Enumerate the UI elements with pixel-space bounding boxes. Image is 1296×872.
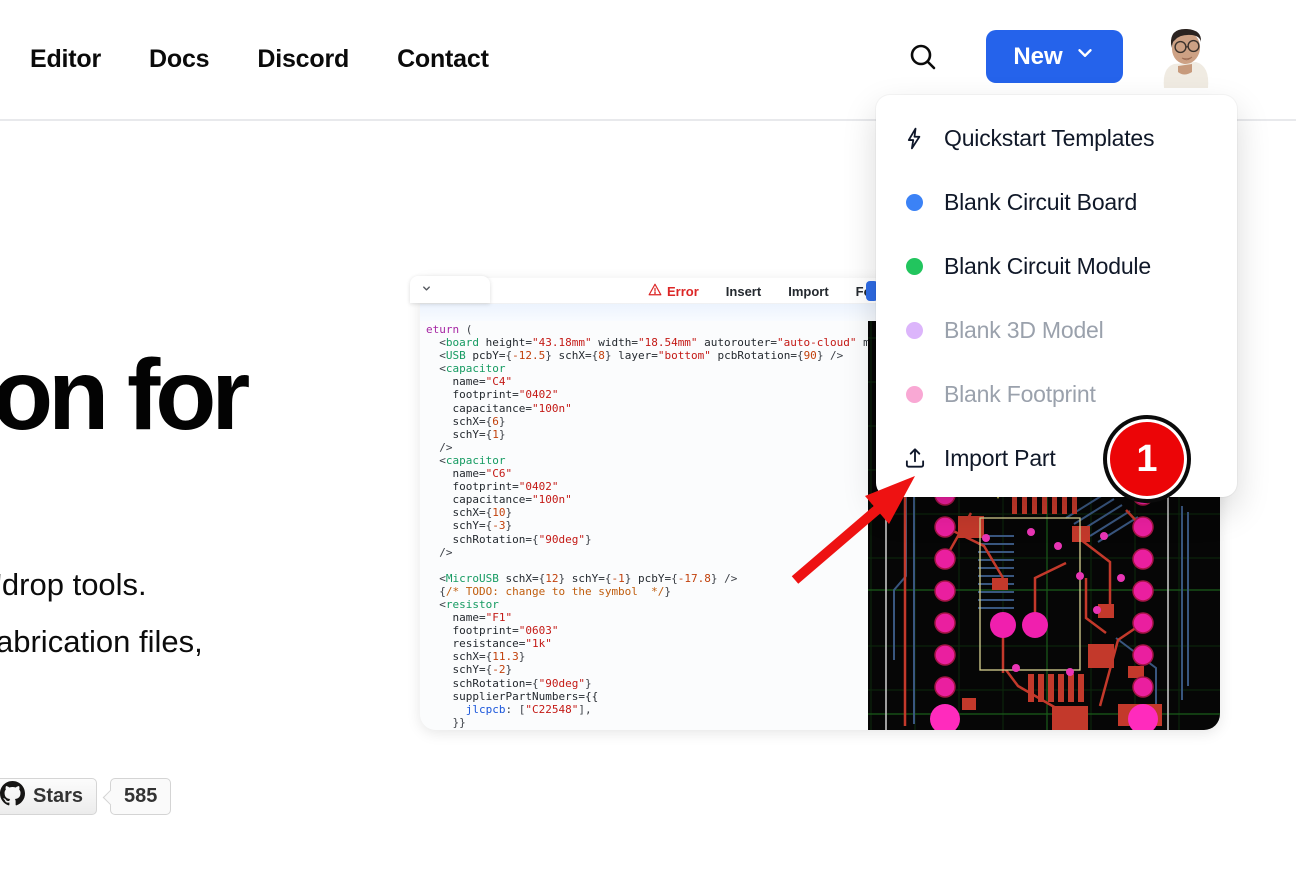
dropdown-item-label: Blank 3D Model — [944, 317, 1104, 344]
dropdown-item-quickstart-templates[interactable]: Quickstart Templates — [876, 106, 1237, 170]
github-stars-button[interactable]: Stars — [0, 778, 97, 815]
github-icon — [0, 781, 25, 812]
nav-links: Editor Docs Discord Contact — [30, 0, 489, 118]
insert-menu-item[interactable]: Insert — [726, 284, 761, 299]
code-line: footprint="0603" — [426, 624, 868, 637]
annotation-badge-value: 1 — [1136, 438, 1157, 481]
import-menu-item[interactable]: Import — [788, 284, 828, 299]
bolt-icon — [901, 125, 928, 152]
dropdown-item-label: Blank Footprint — [944, 381, 1096, 408]
hero-paragraph: 'drop tools. abrication files, — [0, 556, 203, 670]
nav-link-discord[interactable]: Discord — [257, 45, 349, 74]
nav-link-contact[interactable]: Contact — [397, 45, 489, 74]
code-line: resistance="1k" — [426, 637, 868, 650]
new-button-label: New — [1013, 43, 1062, 71]
code-line: <capacitor — [426, 362, 868, 375]
code-line: schY={-2} — [426, 663, 868, 676]
error-menu-item[interactable]: Error — [648, 283, 699, 299]
nav-link-editor[interactable]: Editor — [30, 45, 101, 74]
dropdown-item-blank-circuit-module[interactable]: Blank Circuit Module — [876, 234, 1237, 298]
search-button[interactable] — [903, 38, 943, 78]
editor-file-tab[interactable] — [410, 276, 490, 303]
code-line: footprint="0402" — [426, 388, 868, 401]
hero-paragraph-line: 'drop tools. — [0, 556, 203, 613]
annotation-badge: 1 — [1110, 422, 1184, 496]
dropdown-item-blank-footprint[interactable]: Blank Footprint — [876, 362, 1237, 426]
dropdown-item-label: Import Part — [944, 445, 1056, 472]
dot-icon — [901, 317, 928, 344]
dot-icon — [901, 381, 928, 408]
code-line: name="F1" — [426, 611, 868, 624]
code-line: <USB pcbY={-12.5} schX={8} layer="bottom… — [426, 349, 868, 362]
chevron-down-icon — [1074, 42, 1096, 71]
dropdown-item-blank-3d-model[interactable]: Blank 3D Model — [876, 298, 1237, 362]
code-line: /> — [426, 441, 868, 454]
code-line: schX={11.3} — [426, 650, 868, 663]
dropdown-item-label: Quickstart Templates — [944, 125, 1154, 152]
github-star-count[interactable]: 585 — [110, 778, 171, 815]
new-dropdown-menu: Quickstart Templates Blank Circuit Board B… — [876, 95, 1237, 497]
hero-heading-fragment: on for — [0, 338, 245, 453]
editor-highlight-strip — [420, 304, 878, 321]
code-line: supplierPartNumbers={{ — [426, 690, 868, 703]
code-line: schRotation={"90deg"} — [426, 677, 868, 690]
dropdown-item-label: Blank Circuit Module — [944, 253, 1151, 280]
hero-paragraph-line: abrication files, — [0, 613, 203, 670]
error-label: Error — [667, 284, 699, 299]
annotation-arrow — [775, 458, 935, 593]
new-button[interactable]: New — [986, 30, 1123, 83]
code-line: jlcpcb: ["C22548"], — [426, 703, 868, 716]
avatar[interactable] — [1156, 22, 1214, 88]
code-line: schX={6} — [426, 415, 868, 428]
code-line: <resistor — [426, 598, 868, 611]
warning-triangle-icon — [648, 283, 662, 299]
code-line: }} — [426, 716, 868, 729]
github-stars-widget: Stars 585 — [0, 778, 171, 815]
code-line: <board height="43.18mm" width="18.54mm" … — [426, 336, 868, 349]
nav-link-docs[interactable]: Docs — [149, 45, 209, 74]
code-line: / — [426, 729, 868, 730]
code-line: name="C4" — [426, 375, 868, 388]
dropdown-item-blank-circuit-board[interactable]: Blank Circuit Board — [876, 170, 1237, 234]
search-icon — [907, 41, 939, 76]
github-stars-label: Stars — [33, 785, 83, 808]
chevron-down-icon — [421, 281, 432, 299]
dot-icon — [901, 253, 928, 280]
code-line: capacitance="100n" — [426, 402, 868, 415]
dot-icon — [901, 189, 928, 216]
code-line: schY={1} — [426, 428, 868, 441]
code-line: eturn ( — [426, 323, 868, 336]
dropdown-item-label: Blank Circuit Board — [944, 189, 1137, 216]
